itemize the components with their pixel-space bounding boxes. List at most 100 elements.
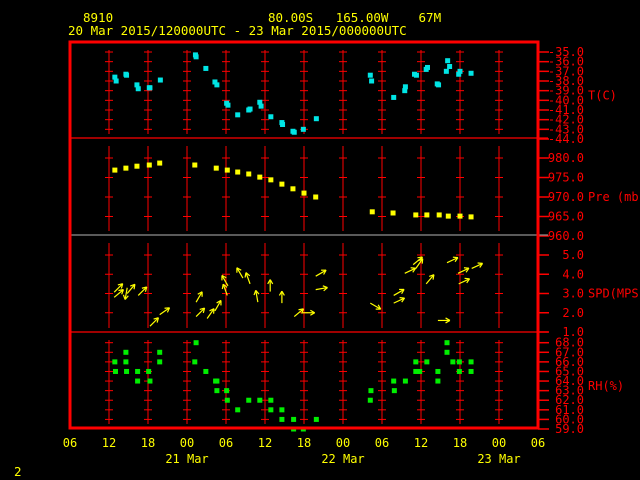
relative_humidity-point xyxy=(146,368,152,374)
axis-tick-label: 960.0 xyxy=(548,229,584,243)
relative_humidity-point xyxy=(456,368,462,374)
relative_humidity-point xyxy=(424,359,430,365)
temperature-point xyxy=(369,78,375,84)
wind-arrow xyxy=(393,288,405,296)
temperature-point xyxy=(113,78,119,84)
temperature-point xyxy=(413,72,419,78)
temperature-point xyxy=(247,106,253,112)
pressure-point xyxy=(424,212,430,218)
wind-arrow xyxy=(195,291,203,303)
axis-tick-label: 3.0 xyxy=(562,287,584,301)
temperature-point xyxy=(268,114,274,120)
relative_humidity-point xyxy=(123,359,129,365)
relative_humidity-point xyxy=(224,388,230,394)
relative_humidity-point xyxy=(391,378,397,384)
axis-tick-label: 59.0 xyxy=(555,422,584,436)
wind-arrow xyxy=(214,299,222,312)
x-tick-label: 00 xyxy=(180,436,194,450)
relative_humidity-point xyxy=(444,349,450,355)
pressure-point xyxy=(123,165,129,171)
temperature-point xyxy=(313,116,319,122)
panel-label-pressure: Pre (mb) xyxy=(588,190,640,204)
relative_humidity-point xyxy=(214,378,220,384)
axis-tick-label: 980.0 xyxy=(548,151,584,165)
wind-arrow xyxy=(293,308,305,318)
wind-arrow xyxy=(267,279,274,292)
temperature-point xyxy=(135,86,141,92)
relative_humidity-point xyxy=(435,378,441,384)
axis-tick-label: 970.0 xyxy=(548,190,584,204)
temperature-point xyxy=(214,82,220,88)
date-label: 23 Mar xyxy=(477,452,520,466)
pressure-point xyxy=(224,167,230,173)
relative_humidity-point xyxy=(413,359,419,365)
wind-arrow xyxy=(369,302,382,310)
panel-label-relative_humidity: RH(%) xyxy=(588,379,624,393)
x-tick-label: 06 xyxy=(375,436,389,450)
wind-arrow xyxy=(236,267,244,279)
x-tick-label: 00 xyxy=(492,436,506,450)
relative_humidity-point xyxy=(203,368,209,374)
pressure-point xyxy=(213,165,219,171)
temperature-point xyxy=(391,94,397,100)
temperature-point xyxy=(124,72,130,78)
pressure-point xyxy=(268,177,274,183)
x-tick-label: 06 xyxy=(531,436,545,450)
temperature-point xyxy=(258,103,264,109)
pressure-point xyxy=(279,181,285,187)
pressure-point xyxy=(246,171,252,177)
axis-tick-label: 4.0 xyxy=(562,267,584,281)
relative_humidity-point xyxy=(214,388,220,394)
x-tick-label: 18 xyxy=(141,436,155,450)
station-timeseries-chart: -35.0-36.0-37.0-38.0-39.0-40.0-41.0-42.0… xyxy=(63,40,640,466)
relative_humidity-point xyxy=(235,407,241,413)
relative_humidity-point xyxy=(313,416,319,422)
relative_humidity-point xyxy=(468,368,474,374)
relative_humidity-point xyxy=(268,397,274,403)
temperature-point xyxy=(147,85,153,91)
relative_humidity-point xyxy=(135,368,141,374)
x-tick-label: 18 xyxy=(297,436,311,450)
relative_humidity-point xyxy=(112,359,118,365)
relative_humidity-point xyxy=(192,359,198,365)
axis-tick-label: 965.0 xyxy=(548,210,584,224)
panel-label-temperature: T(C) xyxy=(588,89,617,103)
temperature-point xyxy=(193,54,199,60)
axis-tick-label: 975.0 xyxy=(548,171,584,185)
wind-arrow xyxy=(437,317,451,324)
temperature-point xyxy=(367,72,373,78)
pressure-point xyxy=(413,212,419,218)
pressure-point xyxy=(257,174,263,180)
panel-label-wind_speed: SPD(MPS) xyxy=(588,287,640,301)
relative_humidity-point xyxy=(402,378,408,384)
temperature-point xyxy=(402,84,408,90)
temperature-point xyxy=(443,68,449,74)
pressure-point xyxy=(436,212,442,218)
temperature-point xyxy=(468,70,474,76)
wind-arrow-head xyxy=(244,272,247,278)
x-tick-label: 12 xyxy=(102,436,116,450)
relative_humidity-point xyxy=(450,359,456,365)
wind-arrow-head xyxy=(417,256,423,259)
relative_humidity-point xyxy=(444,340,450,346)
relative_humidity-point xyxy=(123,349,129,355)
temperature-point xyxy=(291,129,297,135)
wind-arrow xyxy=(425,274,435,285)
x-tick-label: 12 xyxy=(258,436,272,450)
relative_humidity-point xyxy=(157,349,163,355)
temperature-point xyxy=(457,68,463,74)
pressure-point xyxy=(301,190,307,196)
relative_humidity-point xyxy=(291,416,297,422)
wind-arrow xyxy=(446,256,459,264)
pressure-point xyxy=(390,210,396,216)
x-tick-label: 18 xyxy=(453,436,467,450)
relative_humidity-point xyxy=(157,359,163,365)
relative_humidity-point xyxy=(368,388,374,394)
wind-arrow-head xyxy=(221,284,224,290)
wind-arrow xyxy=(415,258,424,269)
temperature-point xyxy=(157,77,163,83)
wind-arrow-head xyxy=(118,289,124,292)
pressure-point xyxy=(369,209,375,215)
relative_humidity-point xyxy=(417,368,423,374)
wind-arrow-head xyxy=(322,285,328,289)
